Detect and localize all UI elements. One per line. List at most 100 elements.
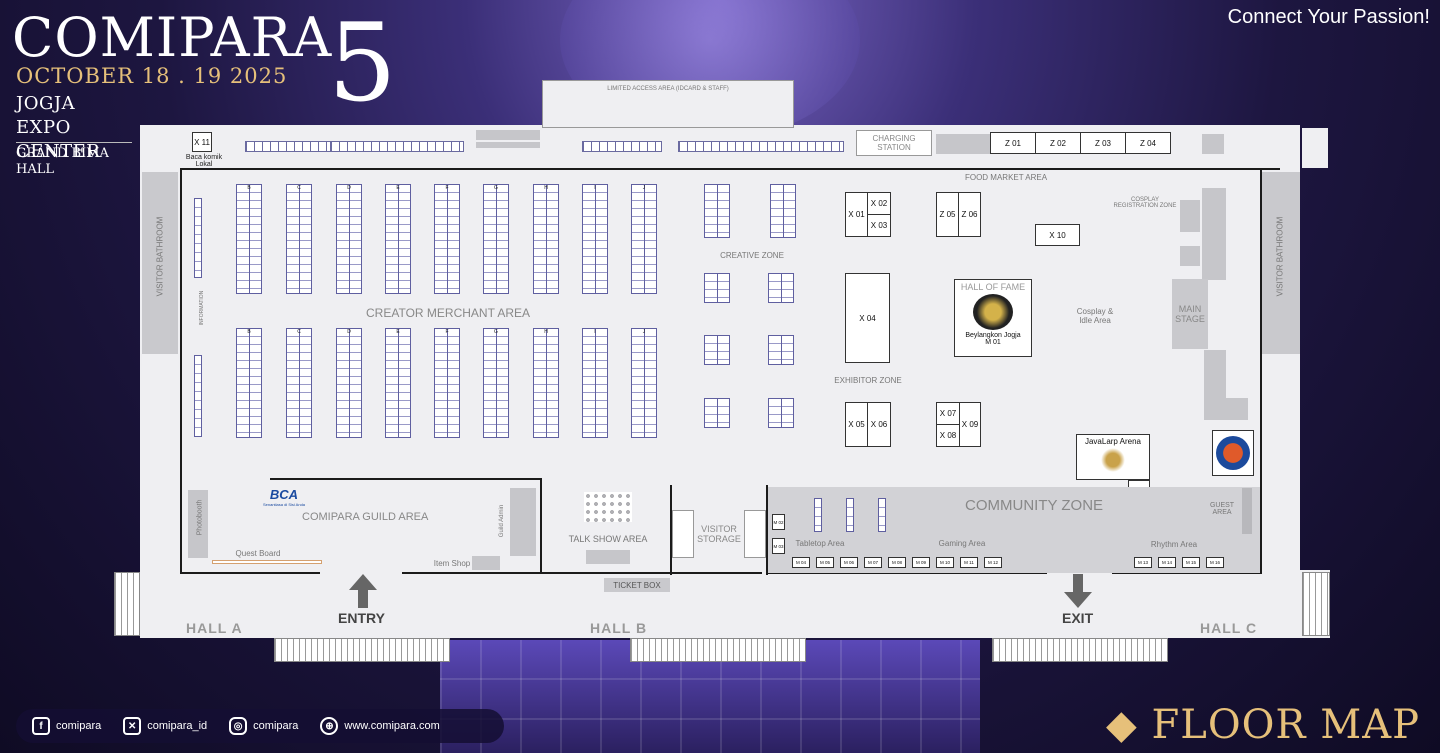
booth-z02[interactable]: Z 02 (1035, 132, 1081, 154)
website-url: www.comipara.com (344, 720, 440, 732)
storage-panel-left (672, 510, 694, 558)
booth-k-cluster-3[interactable] (704, 335, 730, 365)
booth-x04[interactable]: X 04 (845, 273, 890, 363)
booth-z04[interactable]: Z 04 (1125, 132, 1171, 154)
bca-logo-text: BCA (269, 487, 299, 502)
booth-column-h-top[interactable] (533, 184, 559, 294)
booth-column-g-bottom[interactable] (483, 328, 509, 438)
booth-k-cluster-2[interactable] (768, 273, 794, 303)
storage-panel-right (744, 510, 766, 558)
hall-b-label: HALL B (590, 620, 648, 636)
booth-m13[interactable]: M 13 (1134, 557, 1152, 568)
booth-column-c-top[interactable] (286, 184, 312, 294)
booth-row-a[interactable] (245, 141, 335, 152)
booth-m03[interactable]: M 03 (772, 538, 785, 554)
creator-merchant-label: CREATOR MERCHANT AREA (366, 306, 531, 320)
booth-row-a3[interactable] (582, 141, 662, 152)
booth-column-h-bottom[interactable] (533, 328, 559, 438)
booth-m06[interactable]: M 06 (840, 557, 858, 568)
booth-k-cluster-1[interactable] (704, 273, 730, 303)
booth-m07[interactable]: M 07 (864, 557, 882, 568)
booth-x10[interactable]: X 10 (1035, 224, 1080, 246)
booth-column-b-top[interactable] (236, 184, 262, 294)
stairs-left (114, 572, 140, 636)
booth-column-c-bottom[interactable] (286, 328, 312, 438)
booth-z05[interactable]: Z 05 (936, 192, 959, 237)
booth-m12[interactable]: M 12 (984, 557, 1002, 568)
tabletop-column-2[interactable] (846, 498, 854, 532)
booth-m04[interactable]: M 04 (792, 557, 810, 568)
instagram-handle: comipara (253, 720, 299, 732)
booth-x11[interactable]: X 11 (192, 132, 212, 152)
event-hall: GRAND BIMA HALL (16, 146, 109, 177)
booth-column-d-top[interactable] (336, 184, 362, 294)
floor-map-title-text: FLOOR MAP (1151, 702, 1420, 748)
booth-column-b-bottom[interactable] (236, 328, 262, 438)
booth-column-d-bottom[interactable] (336, 328, 362, 438)
booth-x02[interactable]: X 02 (867, 192, 891, 215)
grey-panel (936, 134, 990, 154)
booth-m08[interactable]: M 08 (888, 557, 906, 568)
entry-arrow-icon (349, 574, 377, 608)
exit-label[interactable]: EXIT (1062, 610, 1093, 626)
booth-column-j-top[interactable] (631, 184, 657, 294)
booth-x08[interactable]: X 08 (936, 424, 960, 447)
facebook-handle: comipara (56, 720, 102, 732)
booth-column-e-bottom[interactable] (385, 328, 411, 438)
booth-z03[interactable]: Z 03 (1080, 132, 1126, 154)
tabletop-column-3[interactable] (878, 498, 886, 532)
booth-m02[interactable]: M 02 (772, 514, 785, 530)
ticket-box[interactable]: TICKET BOX (604, 578, 670, 592)
booth-column-a-bottom[interactable] (194, 355, 202, 437)
grey-panel (1202, 134, 1224, 154)
booth-column-j-bottom[interactable] (631, 328, 657, 438)
booth-z06[interactable]: Z 06 (958, 192, 981, 237)
booth-column-i-bottom[interactable] (582, 328, 608, 438)
tagline: Connect Your Passion! (1227, 6, 1430, 28)
booth-k-cluster-4[interactable] (768, 335, 794, 365)
x-link[interactable]: ✕ comipara_id (123, 717, 207, 735)
talk-show-seats (584, 492, 632, 522)
booth-x05[interactable]: X 05 (845, 402, 868, 447)
booth-column-e-top[interactable] (385, 184, 411, 294)
booth-x07[interactable]: X 07 (936, 402, 960, 425)
booth-column-l-left[interactable] (704, 184, 730, 238)
booth-row-l[interactable] (678, 141, 844, 152)
booth-m05[interactable]: M 05 (816, 557, 834, 568)
food-market-label: FOOD MARKET AREA (964, 173, 1048, 182)
entry-label[interactable]: ENTRY (338, 610, 385, 626)
charging-station[interactable]: CHARGING STATION (856, 130, 932, 156)
hall-of-fame[interactable]: HALL OF FAME Beylangkon Jogja M 01 (954, 279, 1032, 357)
main-stage[interactable]: MAIN STAGE (1172, 279, 1208, 349)
booth-column-f-top[interactable] (434, 184, 460, 294)
booth-x03[interactable]: X 03 (867, 214, 891, 237)
booth-column-i-top[interactable] (582, 184, 608, 294)
booth-column-f-bottom[interactable] (434, 328, 460, 438)
wall-guild-top (270, 478, 542, 480)
booth-k-cluster-5[interactable] (704, 398, 730, 428)
booth-z01[interactable]: Z 01 (990, 132, 1036, 154)
booth-k-cluster-6[interactable] (768, 398, 794, 428)
booth-column-g-top[interactable] (483, 184, 509, 294)
cosplay-idle-label: Cosplay & Idle Area (1076, 307, 1114, 325)
instagram-link[interactable]: ◎ comipara (229, 717, 298, 735)
cosplay-registration-label: COSPLAY REGISTRATION ZONE (1113, 197, 1177, 209)
booth-column-l-right[interactable] (770, 184, 796, 238)
booth-x06[interactable]: X 06 (867, 402, 891, 447)
floor-map-title: ◆ FLOOR MAP (1106, 702, 1420, 748)
facebook-link[interactable]: f comipara (32, 717, 101, 735)
visitor-storage[interactable]: VISITOR STORAGE (694, 510, 744, 558)
javalarp-arena[interactable]: JavaLarp Arena (1076, 434, 1150, 480)
tabletop-column-1[interactable] (814, 498, 822, 532)
booth-m11[interactable]: M 11 (960, 557, 978, 568)
booth-row-a2[interactable] (330, 141, 464, 152)
booth-m09[interactable]: M 09 (912, 557, 930, 568)
booth-m15[interactable]: M 15 (1182, 557, 1200, 568)
booth-m10[interactable]: M 10 (936, 557, 954, 568)
booth-x09[interactable]: X 09 (959, 402, 981, 447)
booth-x01[interactable]: X 01 (845, 192, 868, 237)
website-link[interactable]: ⊕ www.comipara.com (320, 717, 440, 735)
booth-column-a-top[interactable] (194, 198, 202, 278)
booth-m14[interactable]: M 14 (1158, 557, 1176, 568)
booth-m16[interactable]: M 16 (1206, 557, 1224, 568)
